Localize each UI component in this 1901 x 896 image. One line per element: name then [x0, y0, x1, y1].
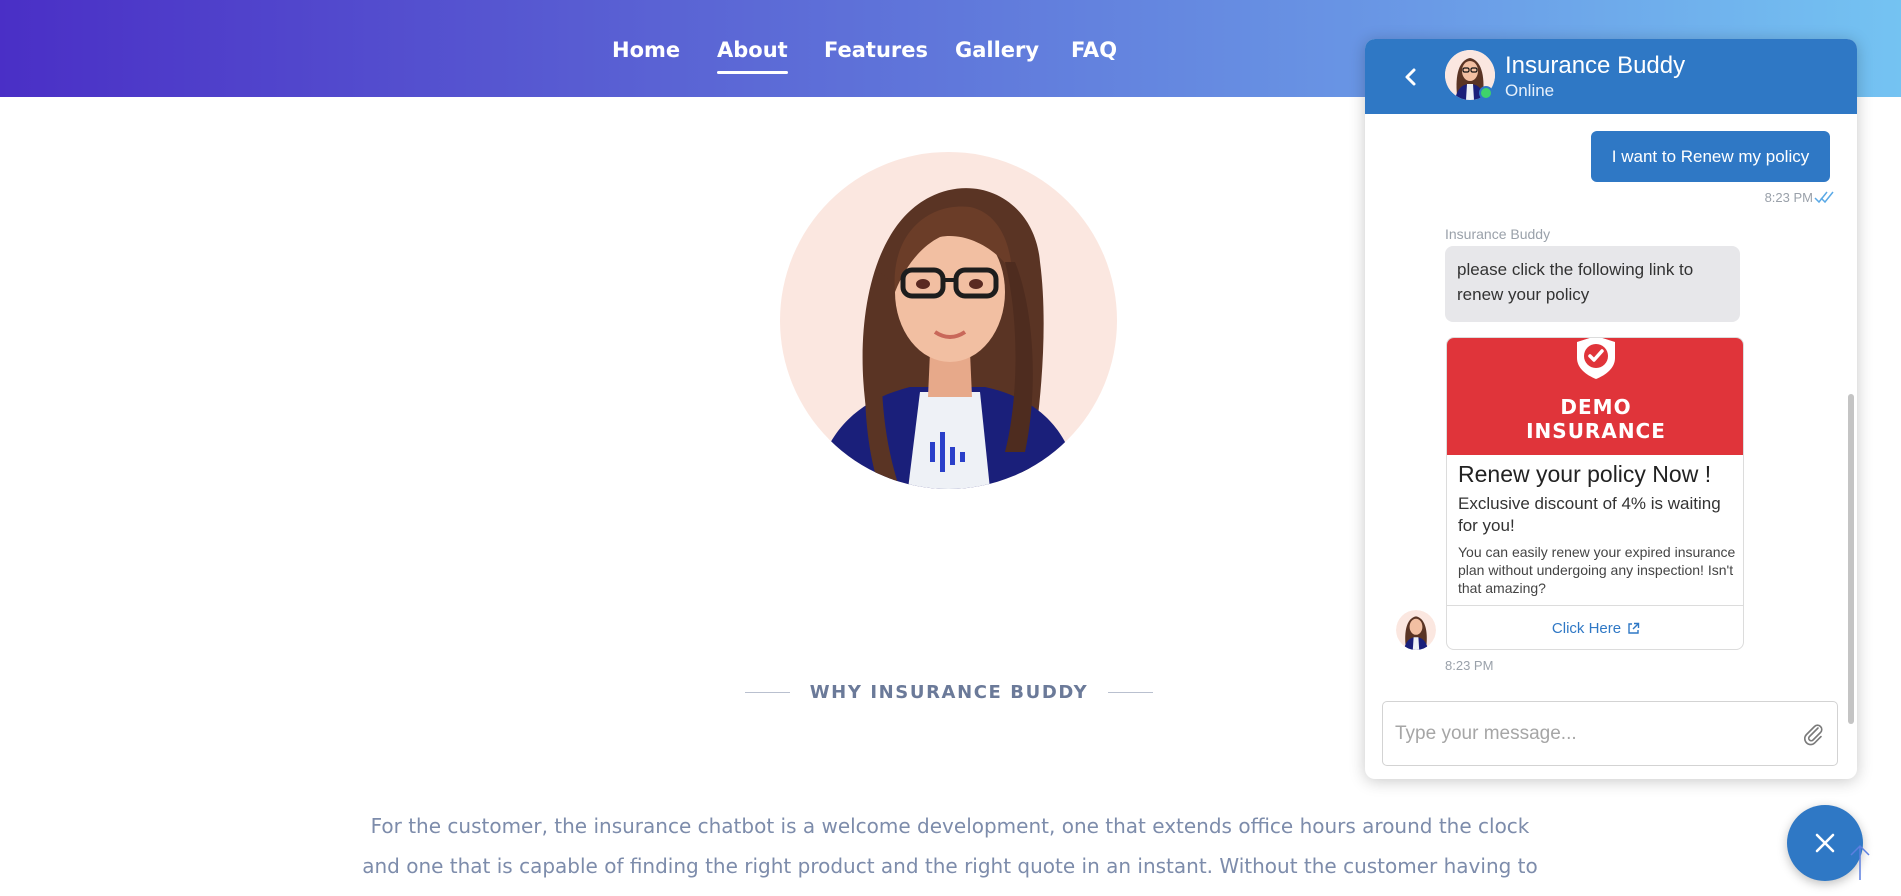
card-banner: DEMO INSURANCE — [1447, 338, 1743, 455]
nav-item-faq[interactable]: FAQ — [1071, 38, 1117, 62]
card-brand: DEMO INSURANCE — [1447, 395, 1743, 443]
card-description: You can easily renew your expired insura… — [1458, 544, 1736, 596]
shield-check-icon — [1577, 338, 1615, 379]
double-check-icon — [1813, 190, 1835, 204]
click-here-label: Click Here — [1551, 619, 1622, 637]
chat-widget: Insurance Buddy Online I want to Renew m… — [1365, 39, 1857, 779]
card-title: Renew your policy Now ! — [1458, 461, 1712, 487]
section-title-text: WHY INSURANCE BUDDY — [809, 681, 1089, 703]
hero-avatar-image — [780, 152, 1117, 489]
external-link-icon — [1628, 622, 1640, 634]
user-message-time: 8:23 PM — [1764, 190, 1813, 205]
chevron-left-icon[interactable] — [1397, 63, 1425, 91]
user-message-text: I want to Renew my policy — [1611, 146, 1810, 166]
arrow-up-icon[interactable] — [1848, 842, 1872, 882]
nav-item-about[interactable]: About — [717, 38, 788, 74]
chat-scrollbar[interactable] — [1848, 394, 1854, 724]
chatbot-name: Insurance Buddy — [1505, 52, 1686, 79]
assistant-avatar-illustration — [815, 188, 1080, 489]
chat-header: Insurance Buddy Online — [1365, 39, 1857, 114]
message-list[interactable]: I want to Renew my policy 8:23 PM Insura… — [1365, 114, 1857, 724]
title-divider-left — [745, 691, 790, 693]
click-here-link[interactable]: Click Here — [1447, 606, 1743, 649]
online-status-dot — [1479, 86, 1493, 100]
paperclip-icon[interactable] — [1801, 722, 1825, 746]
renewal-card: DEMO INSURANCE Renew your policy Now ! E… — [1446, 337, 1744, 650]
message-composer — [1382, 701, 1838, 766]
chatbot-status: Online — [1505, 81, 1555, 100]
bot-message-bubble: please click the following link to renew… — [1445, 246, 1740, 322]
card-brand-line2: INSURANCE — [1526, 419, 1666, 443]
why-paragraph: For the customer, the insurance chatbot … — [362, 814, 1538, 896]
user-message-bubble: I want to Renew my policy — [1591, 131, 1830, 182]
bot-sender-label: Insurance Buddy — [1445, 226, 1551, 242]
nav-item-gallery[interactable]: Gallery — [955, 38, 1039, 62]
nav-item-features[interactable]: Features — [824, 38, 928, 62]
bot-message-text: please click the following link to renew… — [1457, 260, 1694, 304]
bot-message-time: 8:23 PM — [1445, 658, 1494, 673]
close-icon — [1815, 833, 1835, 853]
title-divider-right — [1108, 691, 1153, 693]
section-title: WHY INSURANCE BUDDY — [745, 680, 1153, 704]
nav-item-home[interactable]: Home — [612, 38, 680, 62]
bot-message-avatar — [1396, 610, 1436, 650]
message-input[interactable] — [1395, 702, 1785, 765]
card-brand-line1: DEMO — [1560, 395, 1632, 419]
card-subtitle: Exclusive discount of 4% is waiting for … — [1458, 494, 1721, 535]
